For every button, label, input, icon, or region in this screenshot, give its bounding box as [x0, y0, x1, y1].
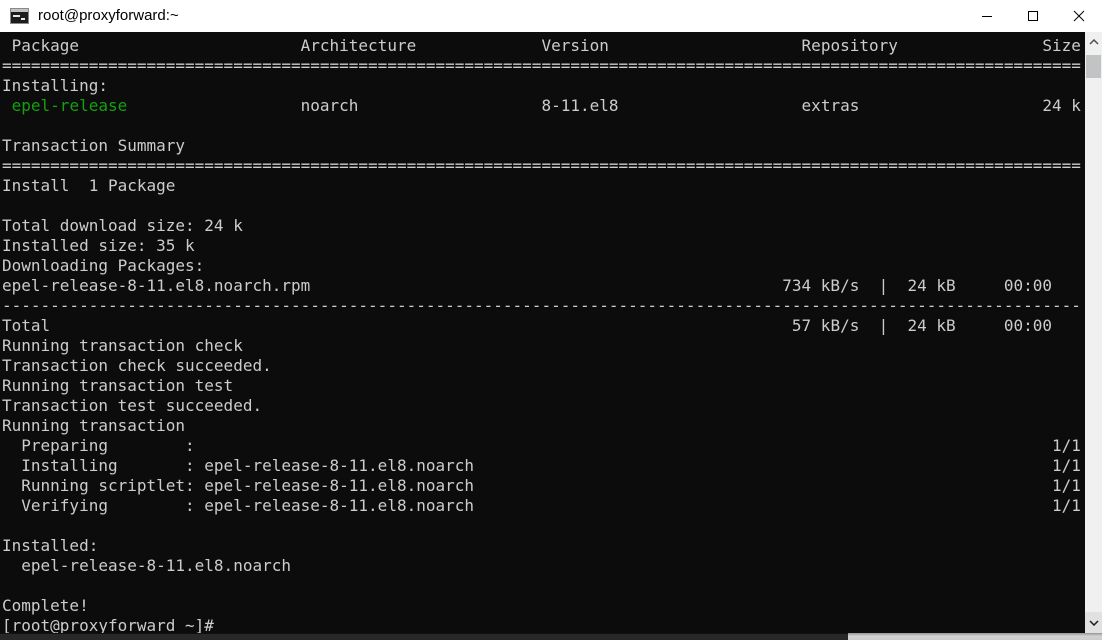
terminal-line: Installed size: 35 k — [2, 236, 1085, 256]
terminal-line: Transaction Summary — [2, 136, 1085, 156]
vertical-scrollbar[interactable] — [1085, 32, 1102, 633]
maximize-icon — [1027, 10, 1039, 22]
chevron-up-icon — [1089, 39, 1099, 45]
terminal-line: Preparing : 1/1 — [2, 436, 1085, 456]
terminal-line: ----------------------------------------… — [2, 296, 1085, 316]
terminal-line — [2, 196, 1085, 216]
cmd-icon-prompt-mark — [13, 15, 20, 17]
terminal-line: Transaction check succeeded. — [2, 356, 1085, 376]
scroll-down-button[interactable] — [1085, 612, 1102, 633]
terminal-line: Package Architecture Version Repository … — [2, 36, 1085, 56]
terminal-line: Downloading Packages: — [2, 256, 1085, 276]
scroll-up-button[interactable] — [1085, 32, 1102, 51]
terminal-line: ========================================… — [2, 56, 1085, 76]
horizontal-scrollbar-track[interactable] — [848, 633, 1102, 640]
title-bar[interactable]: root@proxyforward:~ — [0, 0, 1102, 32]
terminal-line — [2, 576, 1085, 596]
terminal-line: Total 57 kB/s | 24 kB 00:00 — [2, 316, 1085, 336]
window-bottom-edge — [0, 633, 1102, 640]
terminal-line: [root@proxyforward ~]# — [2, 616, 1085, 633]
terminal-line: ========================================… — [2, 156, 1085, 176]
terminal-line: Install 1 Package — [2, 176, 1085, 196]
bottom-edge-dark-strip — [0, 633, 848, 640]
terminal-line: Complete! — [2, 596, 1085, 616]
chevron-down-icon — [1089, 620, 1099, 626]
terminal-line: Running scriptlet: epel-release-8-11.el8… — [2, 476, 1085, 496]
cmd-icon-cursor-mark — [21, 18, 25, 20]
terminal-line: Installing: — [2, 76, 1085, 96]
terminal-line — [2, 116, 1085, 136]
window-title: root@proxyforward:~ — [38, 0, 179, 32]
terminal-line — [2, 516, 1085, 536]
terminal-line: Running transaction test — [2, 376, 1085, 396]
close-button[interactable] — [1056, 0, 1102, 32]
scrollbar-thumb[interactable] — [1086, 55, 1101, 78]
cmd-prompt-icon — [10, 8, 29, 24]
cmd-icon-titlestrip — [11, 9, 28, 12]
terminal-line: epel-release-8-11.el8.noarch — [2, 556, 1085, 576]
terminal-output[interactable]: Package Architecture Version Repository … — [0, 32, 1085, 633]
terminal-line: Running transaction check — [2, 336, 1085, 356]
terminal-line: Installed: — [2, 536, 1085, 556]
terminal-line: Total download size: 24 k — [2, 216, 1085, 236]
terminal-line: epel-release-8-11.el8.noarch.rpm 734 kB/… — [2, 276, 1085, 296]
caption-buttons — [964, 0, 1102, 32]
minimize-icon — [981, 10, 993, 22]
terminal-line: Running transaction — [2, 416, 1085, 436]
close-icon — [1073, 10, 1085, 22]
terminal-line: Verifying : epel-release-8-11.el8.noarch… — [2, 496, 1085, 516]
terminal-line: epel-release noarch 8-11.el8 extras 24 k — [2, 96, 1085, 116]
maximize-button[interactable] — [1010, 0, 1056, 32]
minimize-button[interactable] — [964, 0, 1010, 32]
console-window: root@proxyforward:~ Package — [0, 0, 1102, 640]
terminal-line: Installing : epel-release-8-11.el8.noarc… — [2, 456, 1085, 476]
terminal-line: Transaction test succeeded. — [2, 396, 1085, 416]
